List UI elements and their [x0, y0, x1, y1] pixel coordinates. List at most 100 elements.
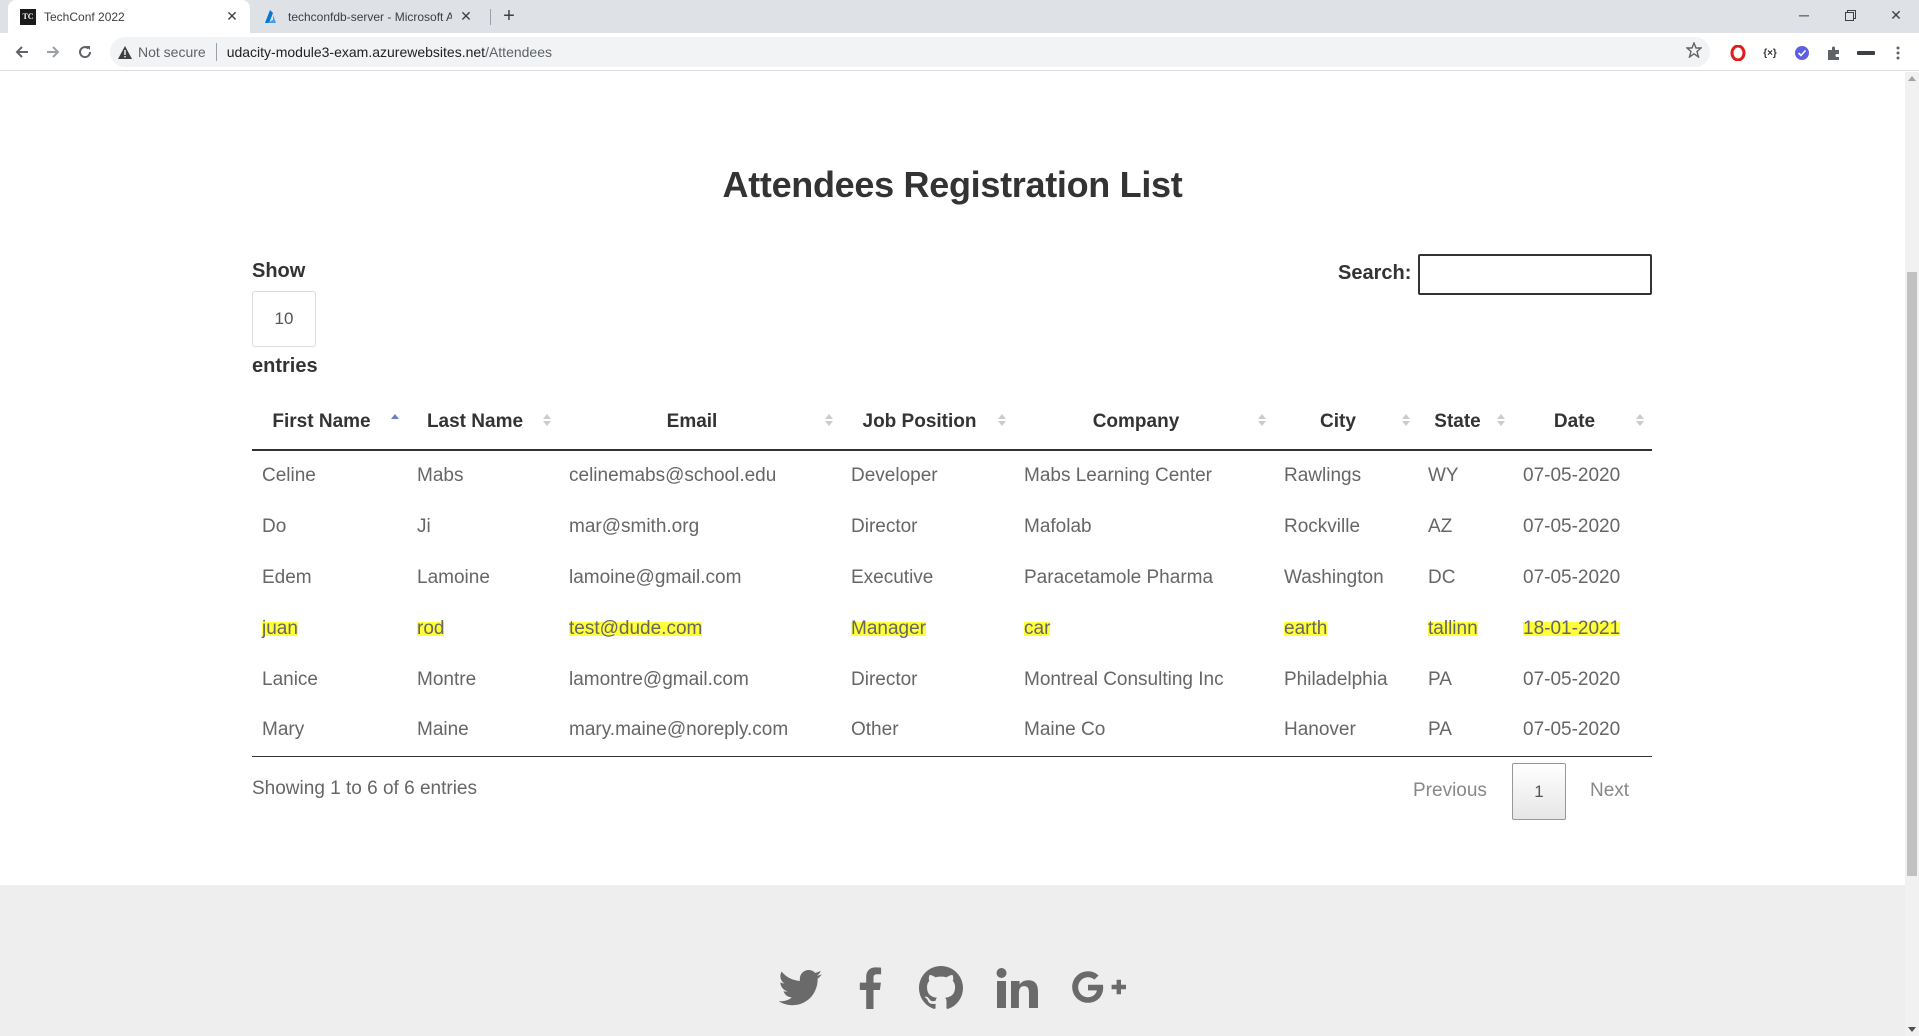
cell-job-position: Manager [841, 603, 1014, 654]
cell-date: 07-05-2020 [1523, 566, 1621, 588]
url-host: udacity-module3-exam.azurewebsites.net [226, 44, 486, 60]
cell-state: AZ [1428, 515, 1453, 537]
techconf-favicon-icon: TC [20, 8, 36, 25]
cell-state: PA [1428, 668, 1452, 690]
column-header-job-position[interactable]: Job Position [841, 394, 1014, 451]
github-icon[interactable] [918, 965, 964, 1011]
facebook-icon[interactable] [855, 965, 885, 1011]
cell-first-name: Do [262, 515, 287, 537]
twitter-icon[interactable] [777, 965, 825, 1011]
cell-first-name: Edem [262, 566, 312, 588]
sort-icon [998, 414, 1006, 428]
cell-city: Rawlings [1284, 465, 1362, 486]
warning-icon[interactable] [118, 45, 132, 59]
vertical-scrollbar[interactable] [1905, 72, 1919, 1036]
cell-job-position: Developer [851, 465, 938, 486]
highlighted-text: test@dude.com [569, 617, 703, 639]
cell-date: 07-05-2020 [1523, 465, 1621, 486]
close-window-button[interactable]: ✕ [1873, 0, 1919, 30]
page-title: Attendees Registration List [722, 164, 1183, 205]
cell-email: mary.maine@noreply.com [559, 705, 841, 757]
cell-city: Hanover [1274, 705, 1418, 757]
column-header-first-name[interactable]: First Name [252, 394, 407, 451]
highlighted-text: car [1024, 617, 1051, 639]
reload-icon[interactable] [73, 40, 97, 64]
profile-extension-icon[interactable] [1856, 43, 1876, 63]
sort-icon [825, 414, 833, 428]
scroll-up-arrow-icon[interactable] [1908, 76, 1916, 81]
close-tab-icon[interactable]: ✕ [458, 8, 474, 25]
cell-job-position: Other [841, 705, 1014, 757]
cell-last-name: Ji [417, 515, 431, 537]
back-icon[interactable] [10, 40, 34, 64]
table-row: Lanice Montre lamontre@gmail.com Directo… [252, 654, 1652, 705]
scrollbar-thumb[interactable] [1907, 272, 1917, 876]
cell-job-position: Executive [851, 566, 934, 588]
linkedin-icon[interactable] [995, 965, 1039, 1011]
entries-length-select[interactable]: 10 [252, 291, 316, 347]
cell-company: Paracetamole Pharma [1024, 566, 1214, 588]
cell-state: WY [1428, 465, 1459, 486]
cell-job-position: Director [851, 668, 918, 690]
forward-icon[interactable] [41, 40, 65, 64]
table-row: Celine Mabs celinemabs@school.edu Develo… [252, 450, 1652, 501]
table-info: Showing 1 to 6 of 6 entries [252, 778, 477, 799]
close-tab-icon[interactable]: ✕ [224, 8, 240, 25]
cell-last-name: Maine [407, 705, 559, 757]
table-row: Do Ji mar@smith.org Director Mafolab Roc… [252, 501, 1652, 552]
address-bar[interactable]: Not secure udacity-module3-exam.azureweb… [110, 37, 1710, 67]
azure-favicon-icon [264, 9, 280, 25]
cell-last-name: Lamoine [417, 566, 490, 588]
cell-state: PA [1418, 705, 1513, 757]
column-header-last-name[interactable]: Last Name [407, 394, 559, 451]
cell-state: DC [1428, 566, 1456, 588]
scroll-down-arrow-icon[interactable] [1908, 1027, 1916, 1032]
cell-first-name: Celine [262, 465, 316, 486]
cell-city: Philadelphia [1284, 668, 1388, 690]
sort-icon [1636, 414, 1644, 428]
url-path: /Attendees [485, 44, 552, 60]
column-header-date[interactable]: Date [1513, 394, 1652, 451]
highlighted-text: tallinn [1428, 617, 1478, 639]
previous-page-button[interactable]: Previous [1413, 780, 1487, 802]
table-row: Edem Lamoine lamoine@gmail.com Executive… [252, 552, 1652, 603]
sort-icon [1497, 414, 1505, 428]
column-header-email[interactable]: Email [559, 394, 841, 451]
kebab-menu-icon[interactable] [1888, 43, 1908, 63]
cell-city: earth [1274, 603, 1418, 654]
sort-ascending-icon [391, 414, 399, 428]
entries-label: entries [252, 355, 318, 377]
checkmark-extension-icon[interactable] [1792, 43, 1812, 63]
show-label: Show [252, 260, 306, 282]
google-plus-icon[interactable] [1070, 965, 1128, 1011]
next-page-button[interactable]: Next [1590, 780, 1629, 802]
new-tab-button[interactable]: + [499, 6, 519, 27]
cell-company: car [1014, 603, 1274, 654]
tab-azure-portal[interactable]: techconfdb-server - Microsoft Az ✕ [252, 0, 484, 33]
search-input[interactable] [1418, 254, 1652, 295]
tab-techconf[interactable]: TC TechConf 2022 ✕ [8, 0, 250, 33]
cell-date: 18-01-2021 [1513, 603, 1652, 654]
restore-button[interactable] [1827, 0, 1873, 30]
cell-city: Rockville [1284, 515, 1361, 537]
opera-extension-icon[interactable] [1728, 43, 1748, 63]
minimize-button[interactable]: ─ [1781, 0, 1827, 30]
bookmark-star-icon[interactable] [1685, 41, 1703, 61]
sort-icon [543, 414, 551, 428]
puzzle-extensions-icon[interactable] [1824, 43, 1844, 63]
cell-state: tallinn [1418, 603, 1513, 654]
cell-date: 07-05-2020 [1523, 668, 1621, 690]
column-header-state[interactable]: State [1418, 394, 1513, 451]
page-1-button[interactable]: 1 [1512, 763, 1566, 820]
table-header-row: First Name Last Name Email Job Position … [252, 394, 1652, 451]
page-viewport: Attendees Registration List Show 10 entr… [0, 72, 1905, 1036]
code-extension-icon[interactable]: {×} [1760, 43, 1780, 63]
column-header-city[interactable]: City [1274, 394, 1418, 451]
browser-toolbar: Not secure udacity-module3-exam.azureweb… [0, 33, 1919, 71]
cell-city: Washington [1284, 566, 1384, 588]
cell-company: Maine Co [1014, 705, 1274, 757]
cell-last-name: rod [407, 603, 559, 654]
table-row: Mary Maine mary.maine@noreply.com Other … [252, 705, 1652, 757]
column-header-company[interactable]: Company [1014, 394, 1274, 451]
cell-first-name: Mary [252, 705, 407, 757]
